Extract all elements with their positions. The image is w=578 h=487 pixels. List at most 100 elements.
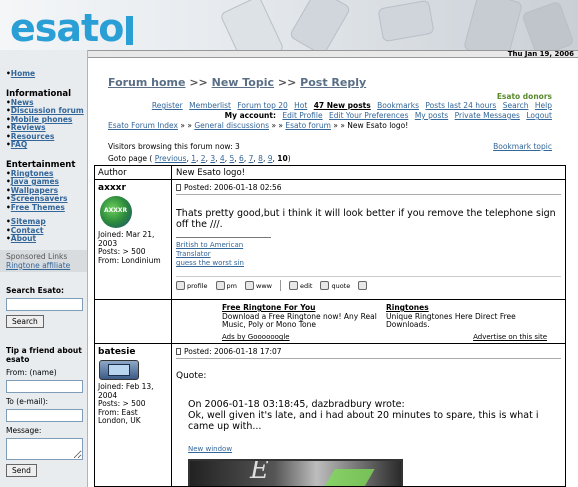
edit-button[interactable]: edit [288,281,312,290]
search-link[interactable]: Search [503,101,529,110]
page-link[interactable]: 7 [249,154,254,163]
sidebar-item-about[interactable]: •About [6,234,87,244]
general-discussions-link[interactable]: General discussions [194,121,269,130]
sidebar-item-free-themes[interactable]: •Free Themes [6,203,87,213]
current-page: 10 [277,154,288,163]
search-input[interactable] [6,297,83,311]
post-body: Thats pretty good,but i think it will lo… [176,208,556,230]
logout-link[interactable]: Logout [526,111,552,120]
post-icon [176,184,181,191]
bookmarks-link[interactable]: Bookmarks [377,101,419,110]
page-link[interactable]: 6 [239,154,244,163]
register-link[interactable]: Register [152,101,183,110]
page-link[interactable]: 5 [229,154,234,163]
pm-button[interactable]: pm [215,281,237,290]
advertise-link[interactable]: Advertise on this site [473,333,547,341]
my-posts-link[interactable]: My posts [415,111,448,120]
ad-free-ringtone[interactable]: Free Ringtone For You Download a Free Ri… [222,303,382,330]
current-date: Thu Jan 19, 2006 [507,50,574,58]
tip-friend-title: Tip a friend about esato [6,345,82,364]
logo-image[interactable]: E [188,459,403,486]
page-link[interactable]: 1 [191,154,196,163]
posts-24h-link[interactable]: Posts last 24 hours [425,101,496,110]
post-author-panel: axxxr AXXXR Joined: Mar 21, 2003 Posts: … [95,180,172,299]
post-content: Posted: 2006-01-18 17:07 Quote: On 2006-… [172,344,565,486]
from-name-field[interactable] [6,379,83,393]
post-content: Posted: 2006-01-18 02:56 Thats pretty go… [172,180,565,299]
page-link[interactable]: 2 [201,154,206,163]
quote-label: Quote: [176,371,207,381]
to-email-field[interactable] [6,408,83,422]
post-date: Posted: 2006-01-18 02:56 [176,183,561,195]
www-button[interactable]: www [245,281,272,290]
site-logo[interactable]: esato [10,6,134,50]
page-link[interactable]: 4 [220,154,225,163]
quote-icon [320,281,330,290]
thread-header-row: Author New Esato logo! [95,166,565,180]
post-reply-link[interactable]: Post Reply [300,76,366,89]
pm-icon [215,281,225,290]
forum-top20-link[interactable]: Forum top 20 [237,101,287,110]
avatar: AXXXR [100,196,132,228]
post-icon [176,348,181,355]
forum-home-link[interactable]: Forum home [108,76,185,89]
ringtone-affiliate-link[interactable]: Ringtone affiliate [6,261,70,270]
ads-by-google-link[interactable]: Ads by Goooooogle [222,333,290,341]
new-topic-link[interactable]: New Topic [212,76,274,89]
sidebar-item-faq[interactable]: •FAQ [6,140,87,150]
message-field[interactable] [6,437,83,460]
quote-block: On 2006-01-18 03:18:45, dazbradbury wrot… [188,399,561,486]
post-date: Posted: 2006-01-18 17:07 [176,347,561,359]
edit-icon [288,281,298,290]
message-label: Message: [6,425,42,435]
previous-page-link[interactable]: Previous [155,154,187,163]
page-link[interactable]: 8 [258,154,263,163]
sponsored-links-title: Sponsored Links [6,251,68,261]
sidebar-item-home[interactable]: •Home [6,69,87,79]
report-icon[interactable] [358,281,368,290]
memberlist-link[interactable]: Memberlist [189,101,231,110]
post-author-name[interactable]: axxxr [98,183,168,193]
ad-ringtones[interactable]: Ringtones Unique Ringtones Here Direct F… [386,303,536,330]
donors-link[interactable]: Esato donors [497,92,552,101]
post-row: batesie Joined: Feb 13, 2004 Posts: > 50… [95,344,565,486]
send-button[interactable]: Send [6,463,37,477]
author-info: Joined: Mar 21, 2003 Posts: > 500 From: … [98,230,161,265]
help-link[interactable]: Help [535,101,552,110]
google-ads: Free Ringtone For You Download a Free Ri… [172,300,565,343]
account-label: My account: [224,111,276,120]
post-author-panel: batesie Joined: Feb 13, 2004 Posts: > 50… [95,344,172,486]
breadcrumb: Forum home >> New Topic >> Post Reply [108,76,367,89]
search-label: Search Esato: [6,285,65,295]
home-icon [245,281,255,290]
quote-button[interactable]: quote [320,281,350,290]
page-link[interactable]: 3 [210,154,215,163]
new-posts-link[interactable]: 47 New posts [314,101,371,110]
profile-icon [176,281,185,290]
new-window-link[interactable]: New window [188,444,561,455]
post-author-name[interactable]: batesie [98,347,168,357]
visitors-browsing: Visitors browsing this forum now: 3 [108,142,240,151]
private-messages-link[interactable]: Private Messages [455,111,520,120]
post-signature: British to American Translator guess the… [176,237,271,268]
thread-table: Author New Esato logo! axxxr AXXXR Joine… [94,165,566,487]
signature-link[interactable]: guess the worst sin [176,259,271,268]
profile-button[interactable]: profile [176,281,208,290]
date-bar: Thu Jan 19, 2006 [88,50,578,58]
search-button[interactable]: Search [6,314,44,328]
esato-forum-link[interactable]: Esato forum [285,121,331,130]
phone-graphic [288,0,352,50]
forum-index-link[interactable]: Esato Forum Index [108,121,178,130]
to-label: To (e-mail): [6,396,49,406]
current-topic: New Esato logo! [347,121,409,130]
edit-preferences-link[interactable]: Edit Your Preferences [329,111,408,120]
forum-index-path: Esato Forum Index » » General discussion… [108,121,409,130]
forum-nav: Register Memberlist Forum top 20 Hot 47 … [148,101,552,110]
edit-profile-link[interactable]: Edit Profile [282,111,322,120]
sidebar: •Home Informational •News •Discussion fo… [0,50,88,487]
page-link[interactable]: 9 [268,154,273,163]
bookmark-topic-link[interactable]: Bookmark topic [493,142,552,151]
hot-link[interactable]: Hot [294,101,307,110]
sponsored-links-box: Sponsored Links Ringtone affiliate [0,249,87,272]
signature-link[interactable]: British to American Translator [176,241,271,259]
